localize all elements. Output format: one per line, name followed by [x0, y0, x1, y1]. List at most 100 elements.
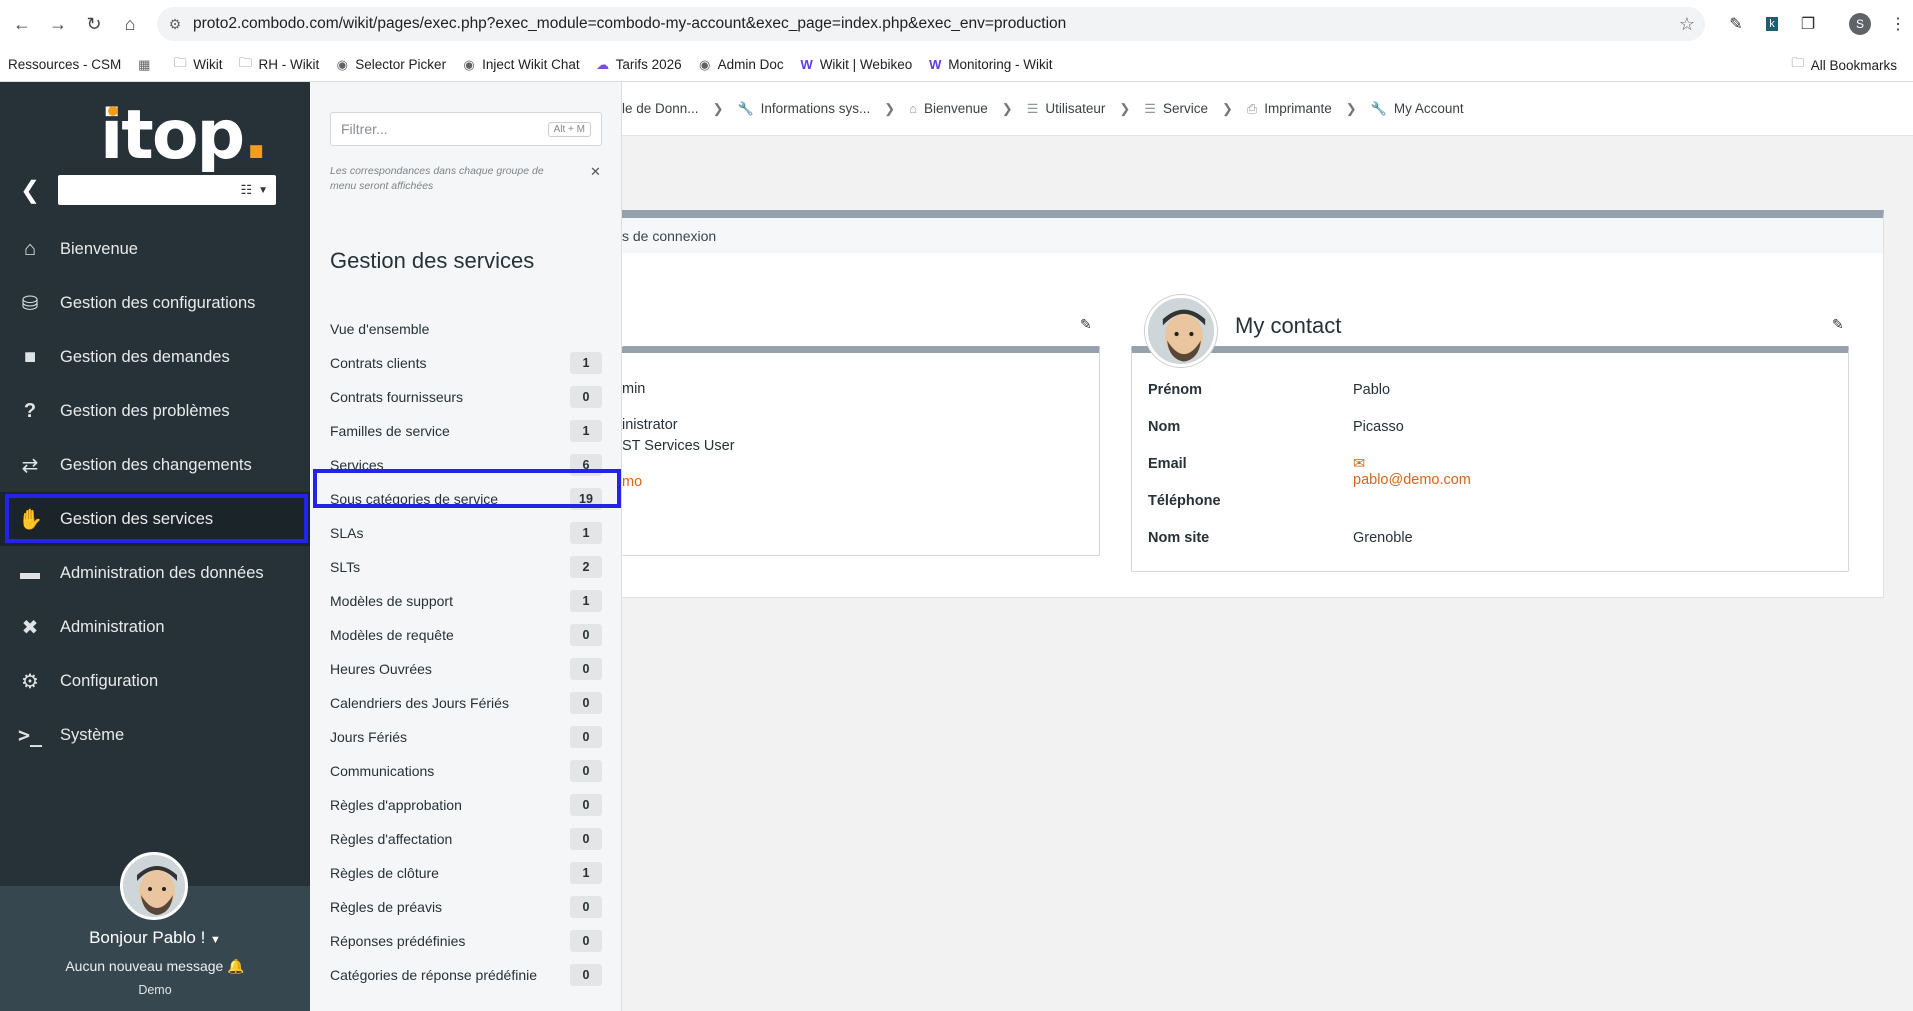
bookmark-wikit[interactable]: 🗀 Wikit — [165, 52, 230, 78]
browser-menu-icon[interactable]: ⋮ — [1886, 12, 1910, 36]
address-bar[interactable]: ⚙ proto2.combodo.com/wikit/pages/exec.ph… — [157, 7, 1705, 41]
count-badge: 1 — [570, 590, 602, 612]
question-icon: ? — [23, 399, 37, 422]
filter-hint: Les correspondances dans chaque groupe d… — [330, 165, 544, 192]
list-icon: ☰ — [1144, 100, 1156, 116]
home-icon[interactable]: ⌂ — [116, 10, 144, 38]
submenu-item[interactable]: Contrats clients 1 — [330, 346, 602, 380]
submenu-item[interactable]: SLTs 2 — [330, 550, 602, 584]
submenu-item[interactable]: Règles d'approbation 0 — [330, 788, 602, 822]
site-info-icon[interactable]: ⚙ — [157, 16, 193, 33]
user-greeting-menu[interactable]: Bonjour Pablo ! ▼ — [0, 928, 310, 948]
breadcrumb-item[interactable]: ☰ Utilisateur — [1027, 101, 1106, 117]
home-icon: ⌂ — [23, 237, 37, 260]
submenu-item[interactable]: Modèles de support 1 — [330, 584, 602, 618]
collapse-menu-icon[interactable]: ❮ — [20, 176, 40, 205]
all-bookmarks[interactable]: 🗀 All Bookmarks — [1783, 52, 1905, 78]
submenu-item[interactable]: Règles de préavis 0 — [330, 890, 602, 924]
bookmark-star-icon[interactable]: ☆ — [1669, 14, 1705, 35]
submenu-item[interactable]: Jours Fériés 0 — [330, 720, 602, 754]
menu-filter-input[interactable]: Filtrer... Alt + M — [330, 112, 602, 146]
submenu-item-label: Vue d'ensemble — [330, 321, 430, 337]
bookmark-inject-wikit-chat[interactable]: ◉ Inject Wikit Chat — [454, 52, 588, 78]
submenu-item[interactable]: Contrats fournisseurs 0 — [330, 380, 602, 414]
submenu-item-label: Calendriers des Jours Fériés — [330, 695, 509, 711]
nav-item-problemes[interactable]: ? Gestion des problèmes — [0, 384, 310, 438]
submenu-item[interactable]: Familles de service 1 — [330, 414, 602, 448]
submenu-item[interactable]: Réponses prédéfinies 0 — [330, 924, 602, 958]
breadcrumb-item[interactable]: 🔧 My Account — [1371, 101, 1464, 117]
count-badge: 0 — [570, 794, 602, 816]
bookmark-admin-doc[interactable]: ◉ Admin Doc — [690, 52, 792, 78]
bookmark-tarifs-2026[interactable]: ☁ Tarifs 2026 — [588, 52, 690, 78]
nav-item-administration-donnees[interactable]: ▬ Administration des données — [0, 546, 310, 600]
count-badge: 1 — [570, 420, 602, 442]
breadcrumb-item[interactable]: ⎙ Imprimante — [1247, 101, 1332, 117]
user-field-fragment: ST Services User — [622, 438, 735, 454]
submenu-item[interactable]: SLAs 1 — [330, 516, 602, 550]
nav-item-systeme[interactable]: >_ Système — [0, 708, 310, 762]
submenu-item[interactable]: Heures Ouvrées 0 — [330, 652, 602, 686]
wrench-icon: 🔧 — [1370, 100, 1387, 116]
nav-item-changements[interactable]: ⇄ Gestion des changements — [0, 438, 310, 492]
bookmark-selector-picker[interactable]: ◉ Selector Picker — [327, 52, 454, 78]
profile-avatar[interactable]: S — [1848, 12, 1872, 36]
breadcrumb-item[interactable]: ⌂ Bienvenue — [909, 101, 988, 116]
user-link-fragment[interactable]: mo — [622, 474, 642, 490]
submenu-item-label: Règles d'affectation — [330, 831, 453, 847]
itop-logo[interactable]: itop. — [100, 96, 269, 175]
submenu-item-label: Contrats fournisseurs — [330, 389, 464, 405]
close-hint-icon[interactable]: ✕ — [590, 164, 601, 180]
submenu-item[interactable]: Calendriers des Jours Fériés 0 — [330, 686, 602, 720]
user-avatar[interactable] — [120, 852, 188, 920]
url-text[interactable]: proto2.combodo.com/wikit/pages/exec.php?… — [193, 15, 1669, 33]
user-field-fragment: min — [622, 381, 646, 397]
back-icon[interactable]: ← — [8, 10, 36, 38]
eyedropper-extension-icon[interactable]: ✎ — [1724, 12, 1748, 36]
count-badge: 0 — [570, 964, 602, 986]
nav-item-configuration[interactable]: ⚙ Configuration — [0, 654, 310, 708]
submenu-item[interactable]: Catégories de réponse prédéfinie 0 — [330, 958, 602, 992]
notifications[interactable]: Aucun nouveau message 🔔 — [0, 958, 310, 975]
submenu-item[interactable]: Règles d'affectation 0 — [330, 822, 602, 856]
count-badge: 0 — [570, 692, 602, 714]
bookmark-wikit-webikeo[interactable]: W Wikit | Webikeo — [792, 52, 921, 78]
menu-groups: ⌂ Bienvenue ⛁ Gestion des configurations ■… — [0, 222, 310, 762]
submenu-item[interactable]: Vue d'ensemble — [330, 312, 602, 346]
forward-icon[interactable]: → — [44, 10, 72, 38]
organization-filter[interactable]: ☷ ▼ — [58, 175, 276, 205]
bell-icon: 🔔 — [227, 958, 245, 974]
edit-user-icon[interactable]: ✎ — [1080, 316, 1092, 333]
globe-icon: ◉ — [336, 56, 348, 72]
nav-item-bienvenue[interactable]: ⌂ Bienvenue — [0, 222, 310, 276]
reload-icon[interactable]: ↻ — [80, 10, 108, 38]
nav-item-administration[interactable]: ✖ Administration — [0, 600, 310, 654]
email-link[interactable]: ✉ pablo@demo.com — [1353, 456, 1471, 488]
edit-contact-icon[interactable]: ✎ — [1832, 316, 1844, 333]
submenu-item-label: SLTs — [330, 559, 361, 575]
tab-connexion[interactable]: s de connexion — [622, 228, 716, 244]
w-logo-icon: W — [929, 57, 942, 72]
bookmark-apps[interactable]: ▦ — [129, 52, 165, 78]
bookmark-ressources-csm[interactable]: Ressources - CSM — [0, 52, 129, 78]
submenu-item[interactable]: Communications 0 — [330, 754, 602, 788]
bookmark-monitoring-wikit[interactable]: W Monitoring - Wikit — [920, 52, 1060, 78]
hierarchy-icon: ☷ — [240, 182, 253, 197]
nav-item-demandes[interactable]: ■ Gestion des demandes — [0, 330, 310, 384]
submenu-item-label: SLAs — [330, 525, 364, 541]
submenu-item-label: Catégories de réponse prédéfinie — [330, 967, 538, 983]
puzzle-extensions-icon[interactable]: ❐ — [1796, 12, 1820, 36]
extension-icon[interactable]: k — [1760, 12, 1784, 36]
menu-flyout: Filtrer... Alt + M Les correspondances d… — [310, 82, 622, 1011]
count-badge: 0 — [570, 896, 602, 918]
breadcrumb-item[interactable]: ☰ Service — [1144, 101, 1208, 117]
submenu-item[interactable]: Modèles de requête 0 — [330, 618, 602, 652]
flyout-list: Vue d'ensemble Contrats clients 1 Contrats … — [330, 312, 602, 992]
breadcrumb-item[interactable]: 🔧 Informations sys... — [737, 101, 870, 117]
count-badge: 1 — [570, 522, 602, 544]
submenu-item[interactable]: Règles de clôture 1 — [330, 856, 602, 890]
breadcrumb-item[interactable]: le de Donn... — [622, 101, 699, 116]
nav-item-configurations[interactable]: ⛁ Gestion des configurations — [0, 276, 310, 330]
chevron-right-icon: ❯ — [1221, 100, 1233, 116]
bookmark-rh-wikit[interactable]: 🗀 RH - Wikit — [231, 52, 328, 78]
